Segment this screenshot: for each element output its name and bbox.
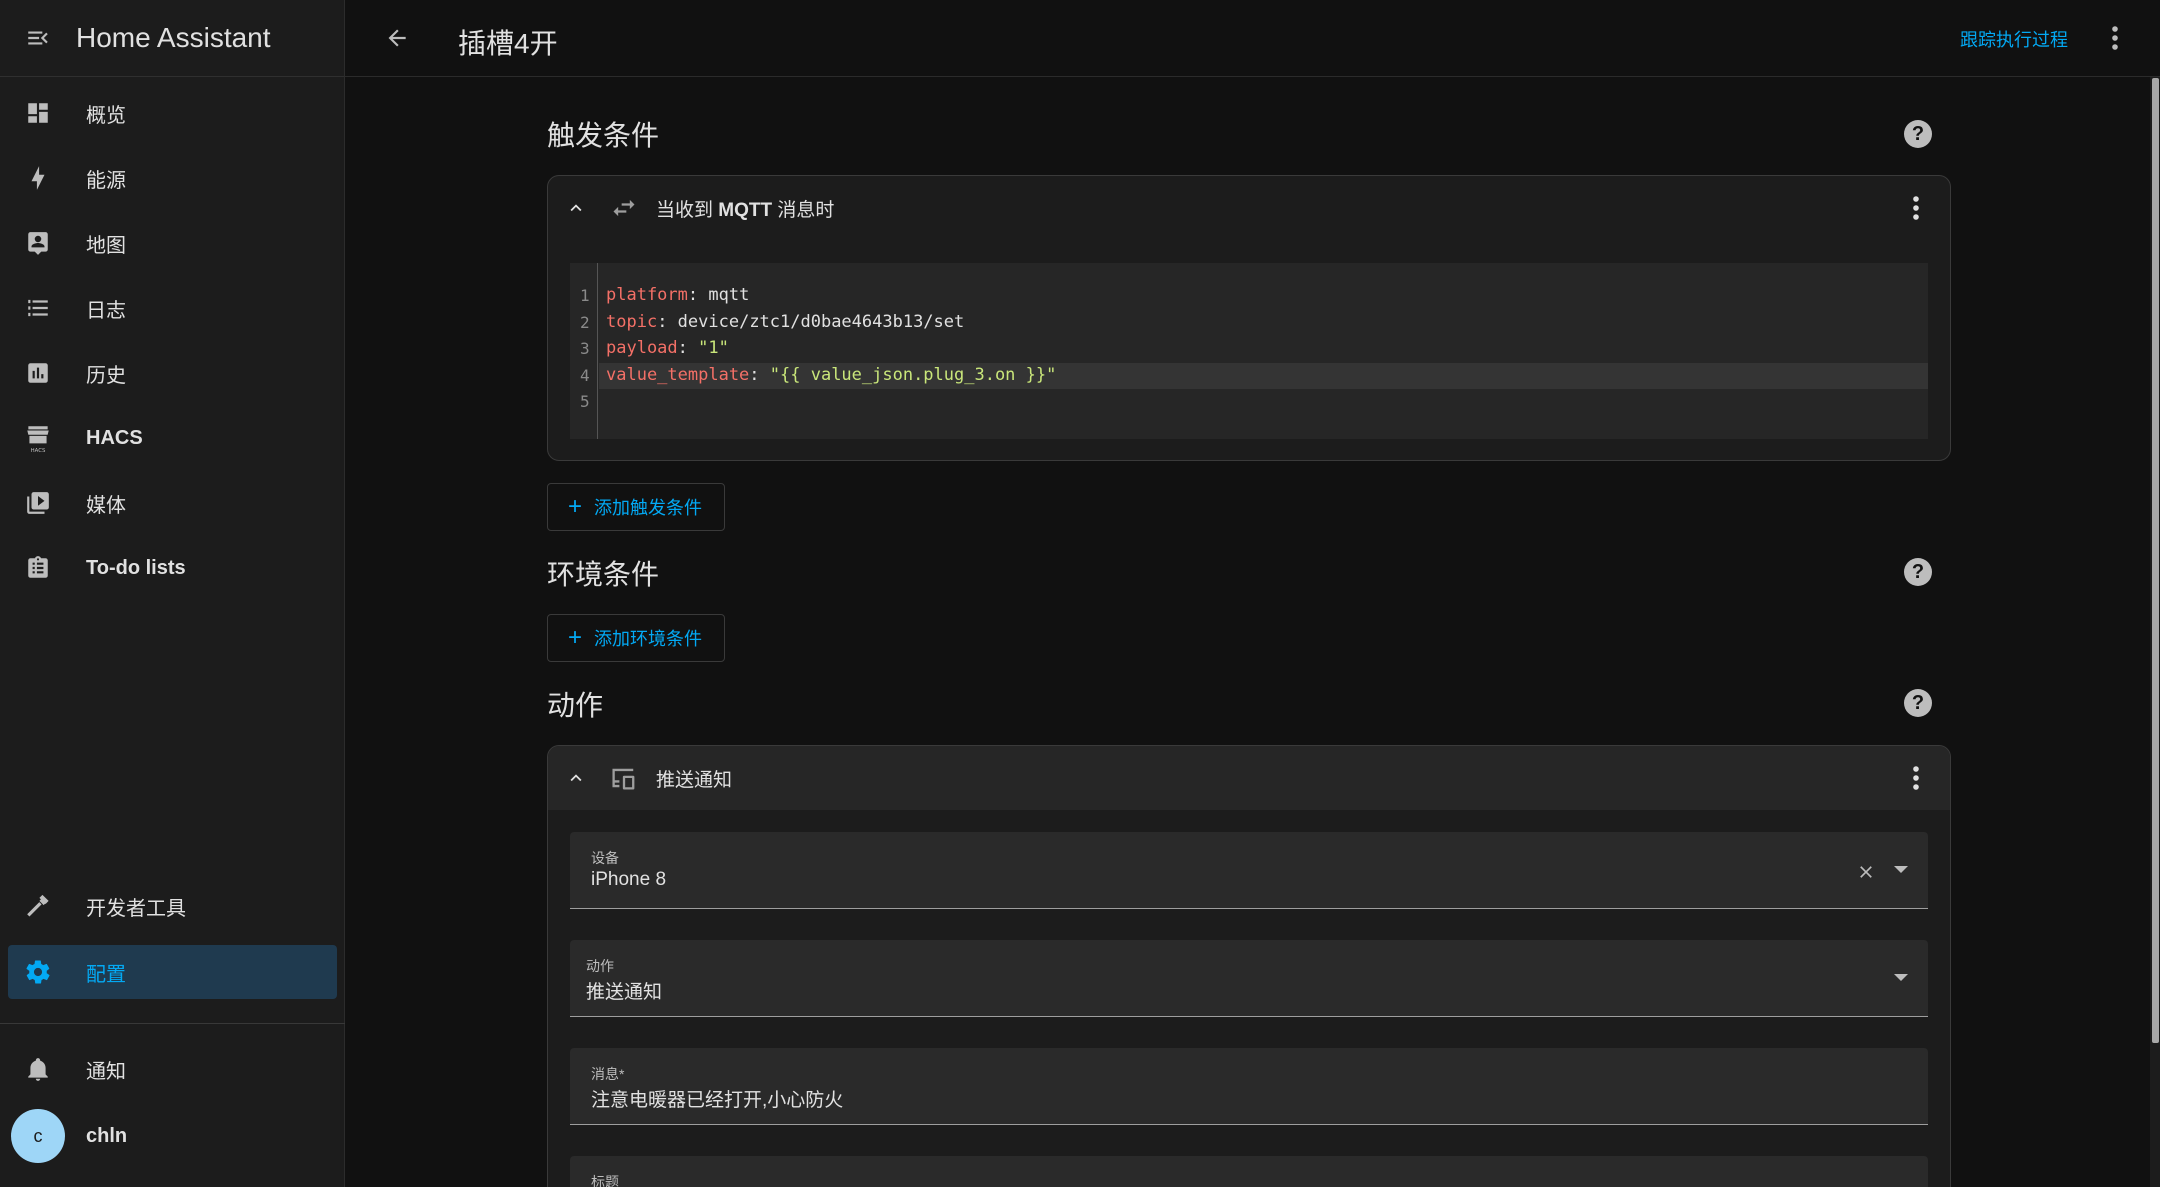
sidebar-item-media[interactable]: 媒体 [8,476,337,530]
dropdown-arrow-icon[interactable] [1894,974,1908,981]
sidebar-divider [0,1023,345,1024]
plus-icon: + [568,624,583,651]
sidebar-header: Home Assistant [0,0,344,77]
add-trigger-button[interactable]: + 添加触发条件 [547,483,726,531]
trace-link[interactable]: 跟踪执行过程 [1960,26,2068,52]
trigger-card-title: 当收到 MQTT 消息时 [656,199,835,221]
sidebar: Home Assistant 概览 能源 地图 日志 历史 HACS HACS [0,0,345,1187]
action-card-header[interactable]: 推送通知 [548,746,1950,810]
sidebar-item-history[interactable]: 历史 [8,346,337,400]
add-condition-button[interactable]: + 添加环境条件 [547,614,726,662]
code-line: platform: mqtt [606,285,750,305]
play-box-icon [8,490,68,516]
yaml-code-editor[interactable]: 1 2 3 4 5 platform: mqtt topic: device/z… [570,263,1928,439]
sidebar-item-settings[interactable]: 配置 [8,945,337,999]
gear-icon [8,958,68,986]
sidebar-item-notifications[interactable]: 通知 [8,1042,337,1096]
bell-icon [8,1056,68,1082]
line-number: 4 [580,366,590,385]
line-number: 3 [580,339,590,358]
sidebar-item-user[interactable]: c chln [8,1108,337,1164]
sidebar-item-energy[interactable]: 能源 [8,151,337,205]
scrollbar-thumb[interactable] [2152,78,2159,1043]
top-bar: 插槽4开 跟踪执行过程 [345,0,2160,77]
sidebar-item-developer-tools[interactable]: 开发者工具 [8,879,337,933]
device-select[interactable]: 设备 iPhone 8 [570,832,1928,909]
more-vert-icon[interactable] [2100,22,2130,54]
avatar-container: c [8,1109,68,1163]
close-icon[interactable] [1856,862,1876,882]
line-number: 5 [580,392,590,411]
trigger-card: 当收到 MQTT 消息时 1 2 3 4 5 platform: mqtt to… [547,175,1951,461]
hacs-store-icon: HACS [8,423,68,453]
swap-arrows-icon [604,194,644,222]
code-line: topic: device/ztc1/d0bae4643b13/set [606,312,965,332]
plus-icon: + [568,493,583,520]
sidebar-item-overview[interactable]: 概览 [8,86,337,140]
clipboard-list-icon [8,555,68,581]
sidebar-item-logbook[interactable]: 日志 [8,281,337,335]
code-line: value_template: "{{ value_json.plug_3.on… [606,365,1057,385]
triggers-heading: 触发条件 [547,120,660,151]
trigger-card-header[interactable]: 当收到 MQTT 消息时 [548,176,1950,240]
map-account-icon [8,230,68,256]
message-field[interactable]: 消息* 注意电暖器已经打开,小心防火 [570,1048,1928,1125]
sidebar-item-todo[interactable]: To-do lists [8,541,337,595]
back-arrow-icon[interactable] [377,20,417,56]
app-root: Home Assistant 概览 能源 地图 日志 历史 HACS HACS [0,0,2160,1187]
page-title: 插槽4开 [458,28,558,59]
action-select[interactable]: 动作 推送通知 [570,940,1928,1017]
sidebar-item-hacs[interactable]: HACS HACS [8,411,337,465]
more-vert-icon[interactable] [1904,764,1928,792]
lightning-icon [8,165,68,191]
more-vert-icon[interactable] [1904,194,1928,222]
devices-icon [604,764,644,792]
chevron-up-icon[interactable] [548,197,604,219]
actions-help-icon[interactable]: ? [1904,689,1932,717]
action-card-title: 推送通知 [656,769,733,791]
menu-collapse-icon[interactable] [0,25,76,51]
chart-box-icon [8,360,68,386]
triggers-help-icon[interactable]: ? [1904,120,1932,148]
sidebar-item-map[interactable]: 地图 [8,216,337,270]
dropdown-arrow-icon[interactable] [1894,866,1908,873]
hammer-icon [8,893,68,919]
avatar: c [11,1109,65,1163]
conditions-heading: 环境条件 [547,559,660,590]
app-title: Home Assistant [76,22,271,53]
action-card: 推送通知 设备 iPhone 8 动作 推送通知 消息* 注意电暖器已经打开,小… [547,745,1951,1187]
actions-heading: 动作 [547,690,604,721]
title-field[interactable]: 标题 [570,1156,1928,1187]
line-number: 1 [580,286,590,305]
chevron-up-icon[interactable] [548,767,604,789]
conditions-help-icon[interactable]: ? [1904,558,1932,586]
code-line: payload: "1" [606,338,729,358]
svg-text:HACS: HACS [31,448,46,453]
line-number: 2 [580,313,590,332]
list-icon [8,295,68,321]
dashboard-icon [8,100,68,126]
